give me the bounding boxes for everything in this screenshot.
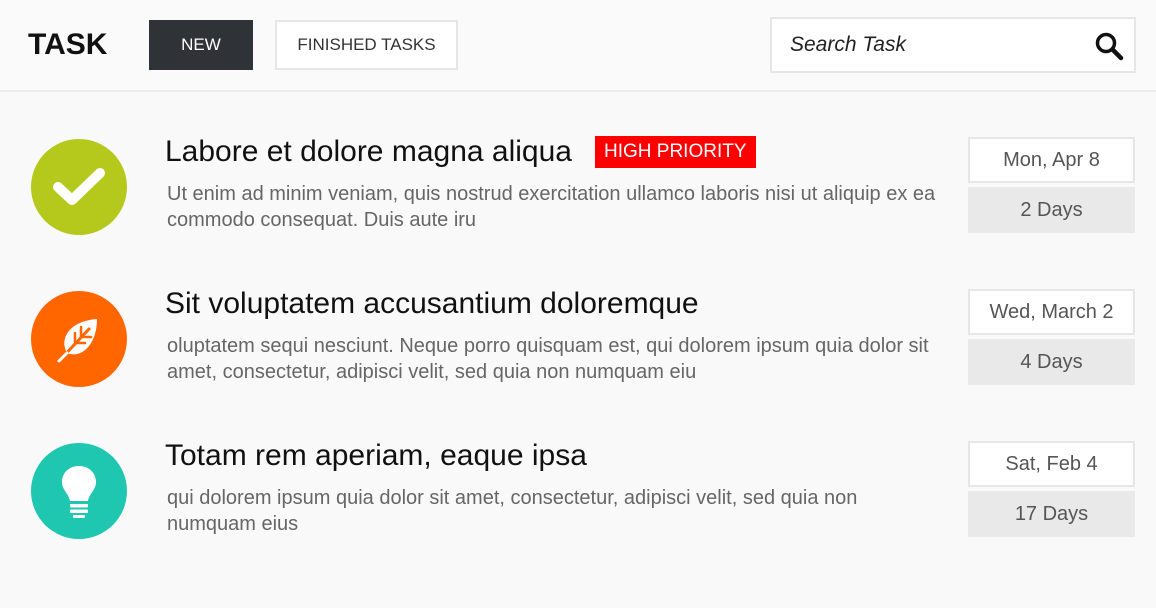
leaf-icon bbox=[57, 319, 97, 363]
search-input[interactable] bbox=[772, 19, 1082, 71]
days-remaining: 2 Days bbox=[968, 187, 1135, 233]
due-date: Wed, March 2 bbox=[968, 289, 1135, 335]
task-item[interactable]: Sit voluptatem accusantium doloremque ol… bbox=[0, 287, 1156, 401]
check-icon bbox=[53, 168, 105, 205]
due-date: Sat, Feb 4 bbox=[968, 441, 1135, 487]
days-remaining: 4 Days bbox=[968, 339, 1135, 385]
task-status-circle bbox=[31, 443, 127, 539]
task-description: qui dolorem ipsum quia dolor sit amet, c… bbox=[167, 487, 858, 535]
due-date: Mon, Apr 8 bbox=[968, 137, 1135, 183]
search-box bbox=[770, 17, 1136, 73]
app-title: TASK bbox=[28, 28, 108, 61]
task-status-circle bbox=[31, 139, 127, 235]
priority-badge: HIGH PRIORITY bbox=[595, 136, 756, 168]
task-item[interactable]: Labore et dolore magna aliqua HIGH PRIOR… bbox=[0, 135, 1156, 249]
search-icon[interactable] bbox=[1094, 31, 1124, 61]
tab-finished-tasks[interactable]: FINISHED TASKS bbox=[275, 20, 458, 70]
task-title[interactable]: Labore et dolore magna aliqua bbox=[165, 135, 572, 169]
task-title[interactable]: Totam rem aperiam, eaque ipsa bbox=[165, 439, 587, 473]
task-description: oluptatem sequi nesciunt. Neque porro qu… bbox=[167, 335, 929, 383]
task-description: Ut enim ad minim veniam, quis nostrud ex… bbox=[167, 183, 936, 231]
lightbulb-icon bbox=[62, 466, 96, 518]
task-status-circle bbox=[31, 291, 127, 387]
tab-new[interactable]: NEW bbox=[149, 20, 253, 70]
task-item[interactable]: Totam rem aperiam, eaque ipsa qui dolore… bbox=[0, 439, 1156, 553]
days-remaining: 17 Days bbox=[968, 491, 1135, 537]
task-title[interactable]: Sit voluptatem accusantium doloremque bbox=[165, 287, 699, 321]
header: TASK NEW FINISHED TASKS bbox=[0, 0, 1156, 92]
